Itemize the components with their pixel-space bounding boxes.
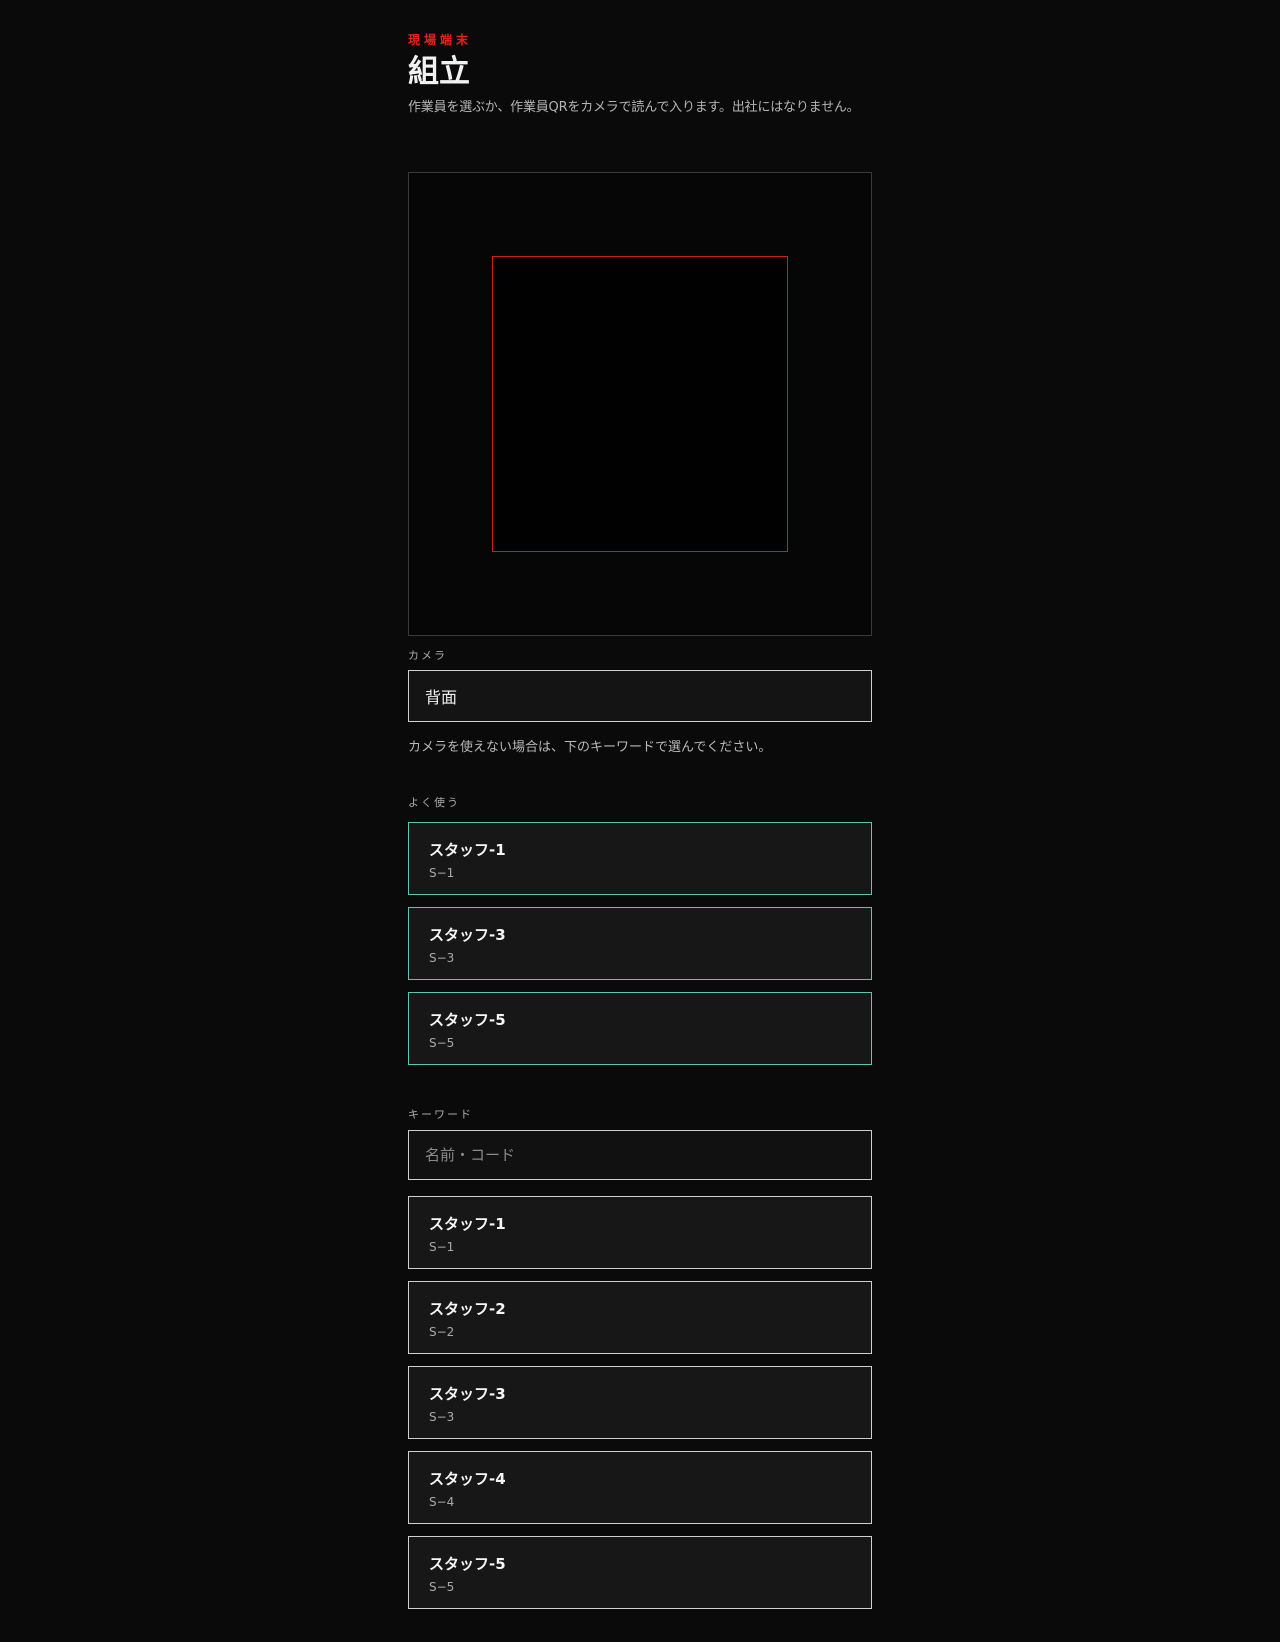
camera-select-value: 背面 <box>425 688 458 707</box>
qr-scan-frame <box>492 256 788 552</box>
staff-name: スタッフ-5 <box>429 1011 506 1029</box>
favorites-label: よく使う <box>408 796 460 809</box>
staff-name: スタッフ-3 <box>429 1385 506 1403</box>
camera-label: カメラ <box>408 649 447 662</box>
staff-name: スタッフ-1 <box>429 1215 506 1233</box>
staff-name: スタッフ-1 <box>429 841 506 859</box>
favorite-staff-card[interactable]: スタッフ-3 S−3 <box>408 907 872 980</box>
staff-card[interactable]: スタッフ-2 S−2 <box>408 1281 872 1354</box>
staff-name: スタッフ-4 <box>429 1470 506 1488</box>
staff-code: S−5 <box>429 1580 455 1594</box>
staff-code: S−5 <box>429 1036 455 1050</box>
favorite-staff-card[interactable]: スタッフ-5 S−5 <box>408 992 872 1065</box>
keyword-search-input[interactable] <box>408 1130 872 1180</box>
staff-name: スタッフ-2 <box>429 1300 506 1318</box>
staff-code: S−1 <box>429 866 455 880</box>
staff-card[interactable]: スタッフ-1 S−1 <box>408 1196 872 1269</box>
staff-card[interactable]: スタッフ-5 S−5 <box>408 1536 872 1609</box>
favorite-staff-card[interactable]: スタッフ-1 S−1 <box>408 822 872 895</box>
staff-list: スタッフ-1 S−1 スタッフ-2 S−2 スタッフ-3 S−3 スタッフ-4 … <box>408 1196 872 1621</box>
staff-name: スタッフ-5 <box>429 1555 506 1573</box>
qr-camera-view <box>408 172 872 636</box>
staff-code: S−3 <box>429 1410 455 1424</box>
staff-name: スタッフ-3 <box>429 926 506 944</box>
staff-card[interactable]: スタッフ-3 S−3 <box>408 1366 872 1439</box>
favorites-list: スタッフ-1 S−1 スタッフ-3 S−3 スタッフ-5 S−5 <box>408 822 872 1077</box>
page-title: 組立 <box>408 54 470 90</box>
page-eyebrow: 現場端末 <box>408 33 473 47</box>
keyword-label: キーワード <box>408 1108 473 1121</box>
camera-fallback-note: カメラを使えない場合は、下のキーワードで選んでください。 <box>408 740 772 755</box>
page-subtitle: 作業員を選ぶか、作業員QRをカメラで読んで入ります。出社にはなりません。 <box>408 100 860 115</box>
staff-code: S−1 <box>429 1240 455 1254</box>
staff-card[interactable]: スタッフ-4 S−4 <box>408 1451 872 1524</box>
staff-code: S−3 <box>429 951 455 965</box>
staff-code: S−2 <box>429 1325 455 1339</box>
staff-code: S−4 <box>429 1495 455 1509</box>
camera-select[interactable]: 背面 <box>408 670 872 722</box>
